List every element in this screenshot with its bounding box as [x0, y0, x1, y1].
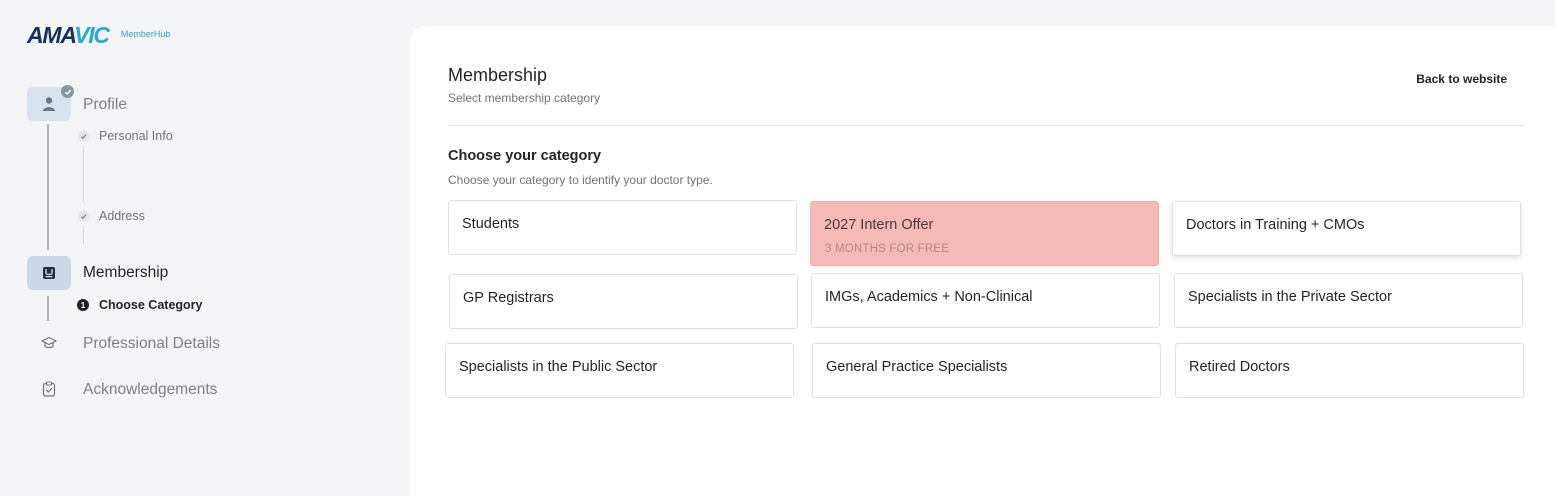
step-complete-check-icon: [61, 85, 74, 98]
header-divider: [448, 125, 1524, 126]
step-membership-label[interactable]: Membership: [83, 264, 168, 282]
category-label: IMGs, Academics + Non-Clinical: [825, 289, 1033, 305]
category-label: 2027 Intern Offer: [824, 217, 934, 233]
substep-address[interactable]: Address: [99, 209, 145, 223]
category-label: Specialists in the Private Sector: [1188, 289, 1392, 305]
category-card-students[interactable]: Students: [448, 200, 797, 255]
category-card-gp-registrars[interactable]: GP Registrars: [449, 274, 798, 329]
progress-line-membership: [47, 296, 49, 321]
substep-line-personal: [83, 146, 84, 202]
substep-choose-category[interactable]: Choose Category: [99, 298, 203, 312]
step-acknowledgements-label[interactable]: Acknowledgements: [83, 381, 217, 399]
category-card-specialists-public[interactable]: Specialists in the Public Sector: [445, 343, 794, 398]
brand: AMAVIC MemberHub: [27, 22, 170, 48]
step-membership-icon-box[interactable]: [27, 256, 71, 290]
category-card-specialists-private[interactable]: Specialists in the Private Sector: [1174, 273, 1523, 328]
step-professional-details-label[interactable]: Professional Details: [83, 335, 220, 353]
brand-subtitle: MemberHub: [120, 29, 171, 39]
category-card-intern-offer[interactable]: 2027 Intern Offer 3 MONTHS FOR FREE: [810, 201, 1159, 266]
step-number-badge: 1: [77, 299, 89, 311]
step-acknowledgements-icon-box[interactable]: [27, 372, 71, 406]
progress-line-profile: [47, 124, 49, 250]
category-card-imgs-academics[interactable]: IMGs, Academics + Non-Clinical: [811, 273, 1160, 328]
main-panel: Membership Select membership category Ba…: [410, 26, 1555, 496]
step-professional-icon-box[interactable]: [27, 326, 71, 360]
sidebar: AMAVIC MemberHub Profile Personal Info A…: [0, 0, 410, 496]
clipboard-check-icon: [42, 381, 56, 397]
offer-subtext: 3 MONTHS FOR FREE: [825, 243, 950, 255]
section-subtitle: Choose your category to identify your do…: [448, 173, 713, 187]
check-icon: [78, 131, 89, 142]
category-label: GP Registrars: [463, 290, 554, 306]
substep-personal-info[interactable]: Personal Info: [99, 129, 173, 143]
category-label: Specialists in the Public Sector: [459, 359, 658, 375]
category-label: Doctors in Training + CMOs: [1186, 217, 1365, 233]
category-label: Students: [462, 216, 520, 232]
category-card-doctors-in-training[interactable]: Doctors in Training + CMOs: [1172, 201, 1521, 256]
category-label: Retired Doctors: [1189, 359, 1290, 375]
user-icon: [43, 97, 55, 111]
amavic-logo[interactable]: AMAVIC: [27, 22, 110, 48]
category-card-general-practice[interactable]: General Practice Specialists: [812, 343, 1161, 398]
section-title: Choose your category: [448, 148, 602, 164]
page-title: Membership: [448, 65, 548, 85]
category-label: General Practice Specialists: [826, 359, 1008, 375]
check-icon: [78, 211, 89, 222]
substep-line-address: [83, 226, 84, 244]
step-profile-label[interactable]: Profile: [83, 96, 127, 114]
graduation-cap-icon: [41, 336, 57, 349]
page-subtitle: Select membership category: [448, 91, 601, 105]
back-to-website-link[interactable]: Back to website: [1416, 72, 1507, 86]
membership-card-icon: [43, 267, 55, 279]
category-card-retired-doctors[interactable]: Retired Doctors: [1175, 343, 1524, 398]
